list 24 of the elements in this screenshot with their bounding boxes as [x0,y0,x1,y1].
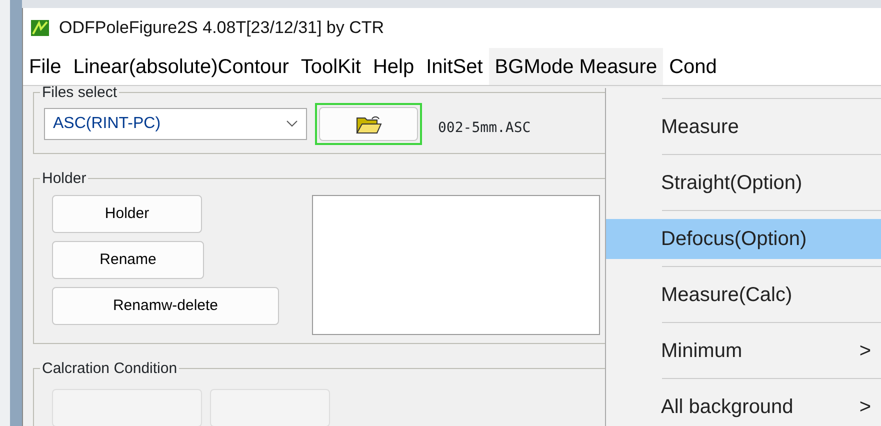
window-title: ODFPoleFigure2S 4.08T[23/12/31] by CTR [59,17,384,40]
list-box[interactable] [312,195,600,335]
menu-item[interactable]: Help [366,48,420,85]
menu-item[interactable]: BGMode Measure [488,48,664,85]
app-icon [31,20,49,36]
holder-button[interactable]: Renamw-delete [52,287,279,325]
holder-button[interactable]: Rename [52,241,204,279]
menu-item[interactable]: File [23,48,68,85]
menu-item[interactable]: Cond [663,48,723,85]
submenu-arrow: > [859,338,871,364]
menu-item[interactable]: InitSet [420,48,489,85]
menu-item[interactable]: ToolKit [294,48,367,85]
format-dropdown[interactable]: ASC(RINT-PC) [44,108,307,140]
menu-option[interactable]: Straight(Option) [606,155,881,210]
holder-button[interactable]: Holder [52,195,202,233]
file-name: 002-5mm.ASC [438,118,531,138]
menu-item[interactable]: Linear(absolute)Contour [67,48,295,85]
menu-option[interactable]: Measure [606,99,881,154]
caret-icon [286,120,298,128]
menu-option[interactable]: Defocus(Option) [606,219,881,259]
menu-option[interactable]: Measure(Calc) [606,267,881,322]
folder-icon [356,114,382,134]
submenu-arrow: > [859,394,871,420]
menu-option[interactable]: Minimum > [606,323,881,378]
